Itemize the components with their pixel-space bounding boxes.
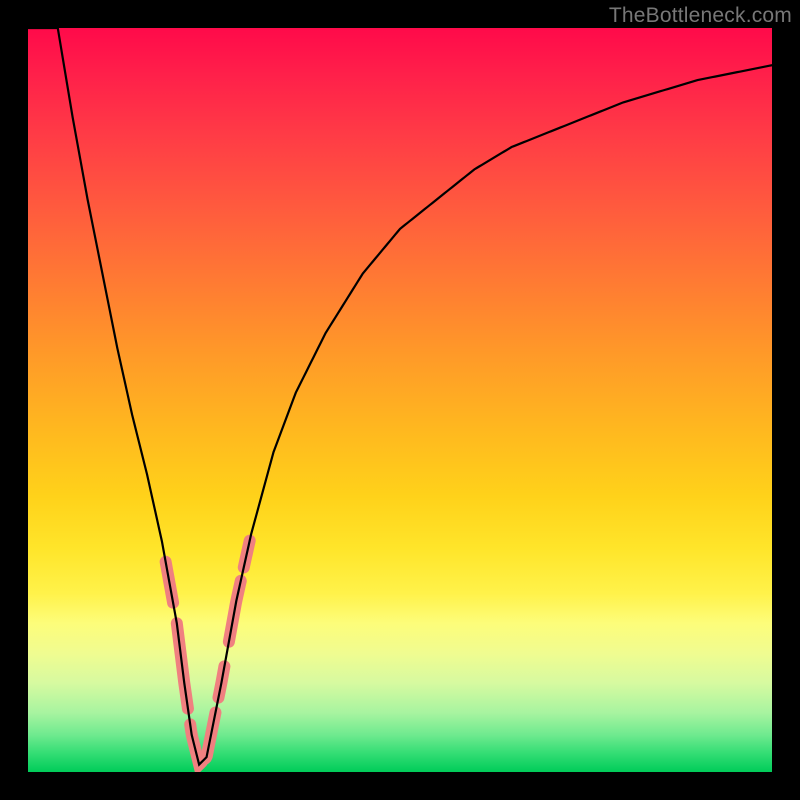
bottleneck-curve-line bbox=[28, 28, 772, 765]
chart-frame: TheBottleneck.com bbox=[0, 0, 800, 800]
watermark-label: TheBottleneck.com bbox=[609, 4, 792, 28]
marker-group bbox=[166, 541, 250, 765]
chart-svg bbox=[28, 28, 772, 772]
plot-area bbox=[28, 28, 772, 772]
